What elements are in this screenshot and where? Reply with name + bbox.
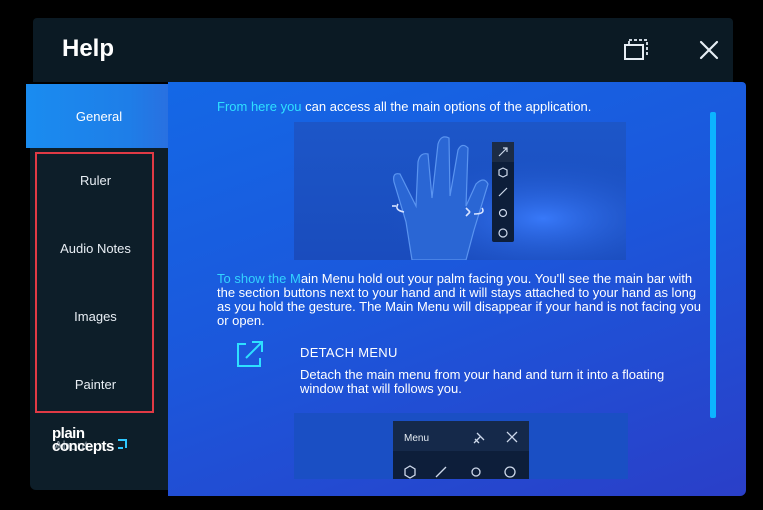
logo-line-2: concepts <box>52 438 114 455</box>
restore-window-icon[interactable] <box>621 34 653 66</box>
scrollbar[interactable] <box>710 112 716 418</box>
nav-item-general[interactable]: General <box>26 84 172 148</box>
detach-arrow-icon <box>232 338 266 372</box>
close-icon[interactable] <box>693 34 725 66</box>
logo-mark-icon <box>118 439 127 449</box>
intro-text: From here you can access all the main op… <box>217 99 591 114</box>
detach-menu-title: DETACH MENU <box>300 345 398 360</box>
help-window: Help General Ruler Audio Notes Images Pa… <box>26 18 748 496</box>
hand-menu-illustration <box>294 122 626 260</box>
intro-rest: can access all the main options of the a… <box>301 99 592 114</box>
sidebar: General Ruler Audio Notes Images Painter… <box>26 84 172 490</box>
nav-selection-outline: Ruler Audio Notes Images Painter <box>35 152 154 413</box>
floating-menu-illustration: Menu <box>294 413 628 479</box>
title-bar: Help <box>33 18 733 82</box>
nav-item-general-label: General <box>75 108 123 124</box>
detach-menu-description: Detach the main menu from your hand and … <box>300 367 665 396</box>
nav-item-ruler[interactable]: Ruler <box>37 173 154 188</box>
nav-item-images[interactable]: Images <box>37 309 154 324</box>
main-menu-highlight: To show the M <box>217 271 301 286</box>
intro-highlight: From here you <box>217 99 302 114</box>
window-title: Help <box>62 35 115 62</box>
help-content: From here you can access all the main op… <box>168 82 746 496</box>
main-menu-paragraph: To show the Main Menu hold out your palm… <box>217 272 701 328</box>
nav-item-audio-notes[interactable]: Audio Notes <box>37 241 154 256</box>
menu-preview-title: Menu <box>404 433 429 444</box>
nav-item-painter[interactable]: Painter <box>37 377 154 392</box>
plain-concepts-logo: plain concepts <box>52 425 132 461</box>
